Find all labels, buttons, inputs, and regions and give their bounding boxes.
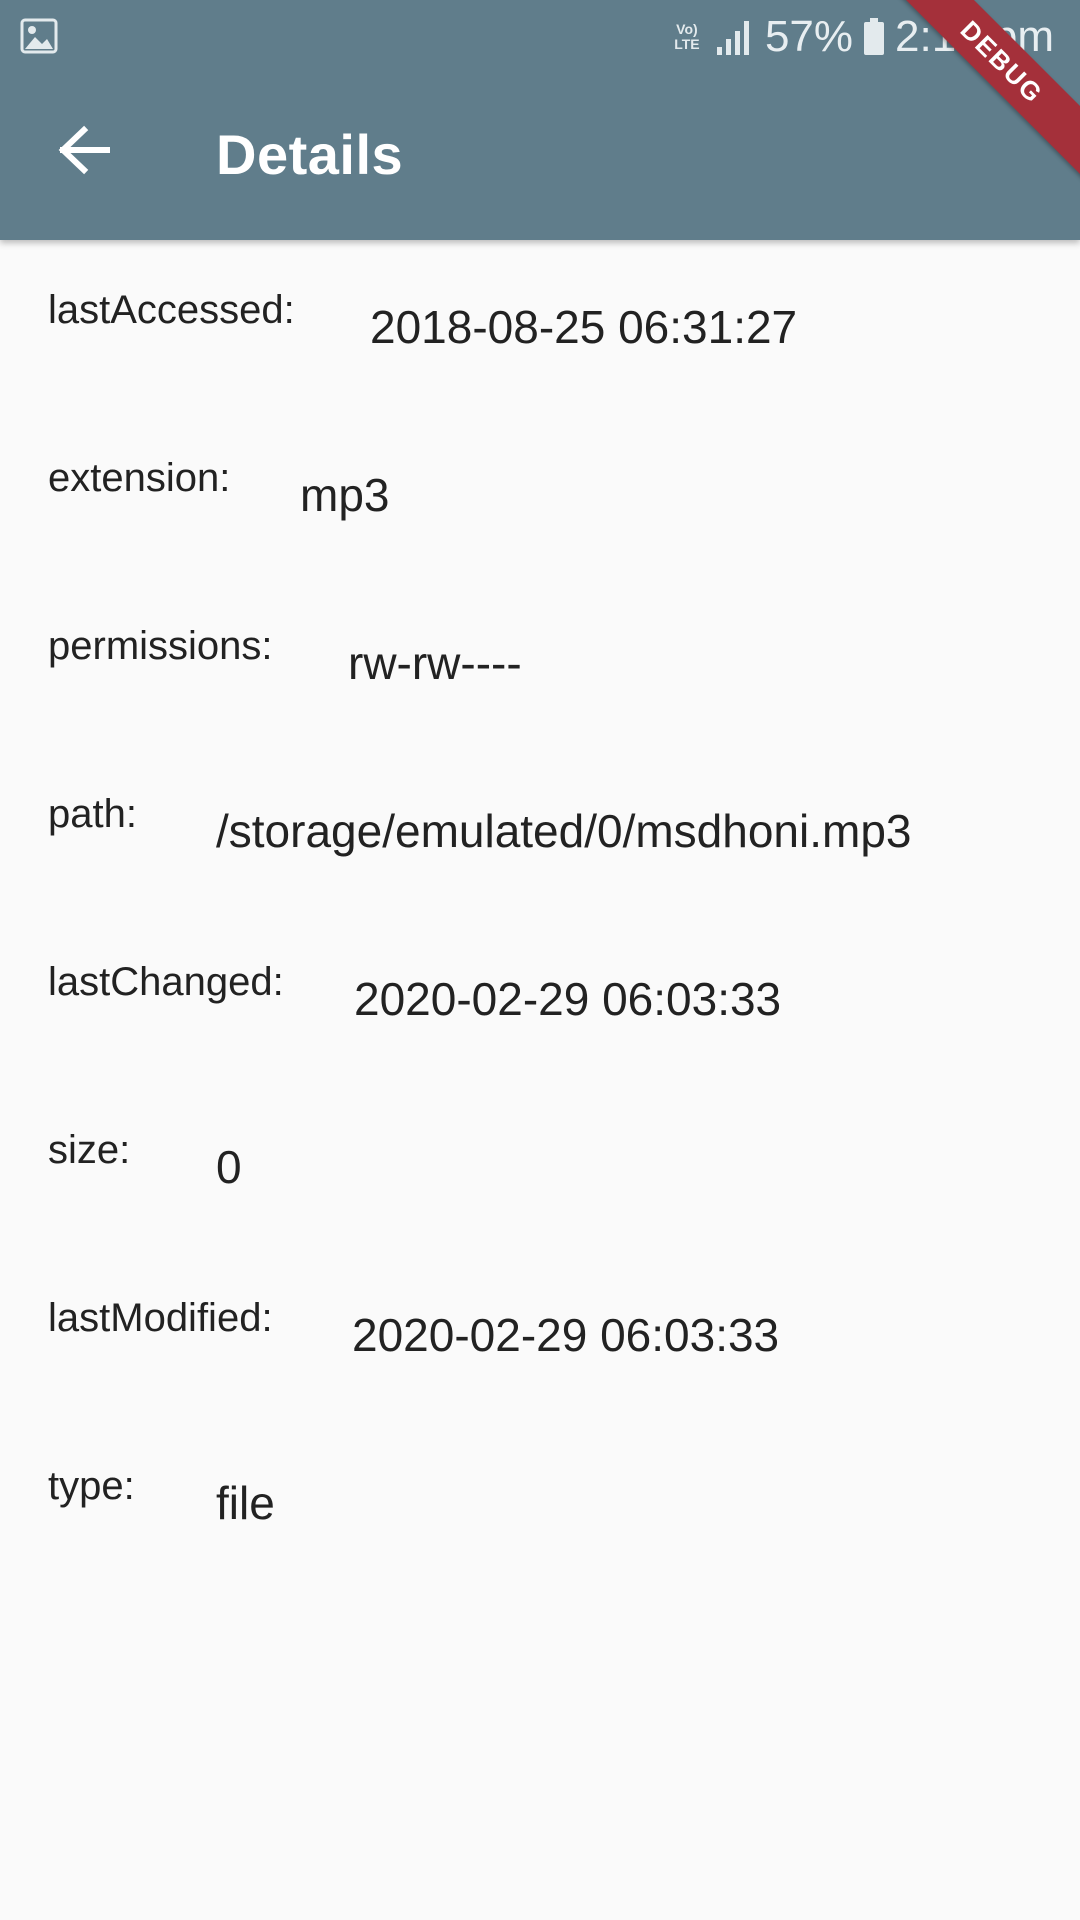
detail-value: file <box>216 1477 275 1529</box>
detail-value: 2020-02-29 06:03:33 <box>354 973 782 1025</box>
arrow-back-icon <box>58 125 110 175</box>
detail-row-extension: extension: mp3 <box>48 456 1048 536</box>
detail-key: size: <box>48 1128 131 1172</box>
detail-row-type: type: file <box>48 1464 1048 1544</box>
detail-value: 2020-02-29 06:03:33 <box>352 1309 780 1361</box>
detail-value: /storage/emulated/0/msdhoni.mp3 <box>216 805 912 857</box>
detail-key: lastChanged: <box>48 960 284 1004</box>
network-indicator: Vo) LTE <box>674 21 700 52</box>
detail-value: 0 <box>216 1141 242 1193</box>
detail-key: extension: <box>48 456 231 500</box>
battery-percent: 57% <box>764 12 854 61</box>
detail-key: lastModified: <box>48 1296 273 1340</box>
detail-row-last-changed: lastChanged: 2020-02-29 06:03:33 <box>48 960 1048 1040</box>
detail-row-permissions: permissions: rw-rw---- <box>48 624 1048 704</box>
page-title: Details <box>216 123 404 186</box>
detail-value: 2018-08-25 06:31:27 <box>370 301 798 353</box>
toolbar: Details <box>0 72 1080 240</box>
back-button[interactable] <box>44 110 124 190</box>
battery-icon <box>864 18 885 55</box>
detail-row-size: size: 0 <box>48 1128 1048 1208</box>
detail-row-path: path: /storage/emulated/0/msdhoni.mp3 <box>48 792 1048 872</box>
detail-value: mp3 <box>300 469 390 521</box>
detail-key: path: <box>48 792 137 836</box>
detail-row-last-accessed: lastAccessed: 2018-08-25 06:31:27 <box>48 288 1048 368</box>
app-header: Vo) LTE 57% 2:13 pm Details DEBUG <box>0 0 1080 240</box>
detail-row-last-modified: lastModified: 2020-02-29 06:03:33 <box>48 1296 1048 1376</box>
gallery-icon <box>20 18 58 54</box>
detail-key: permissions: <box>48 624 273 668</box>
detail-value: rw-rw---- <box>348 637 522 689</box>
detail-key: type: <box>48 1464 135 1508</box>
signal-icon <box>716 21 749 55</box>
detail-key: lastAccessed: <box>48 288 295 332</box>
